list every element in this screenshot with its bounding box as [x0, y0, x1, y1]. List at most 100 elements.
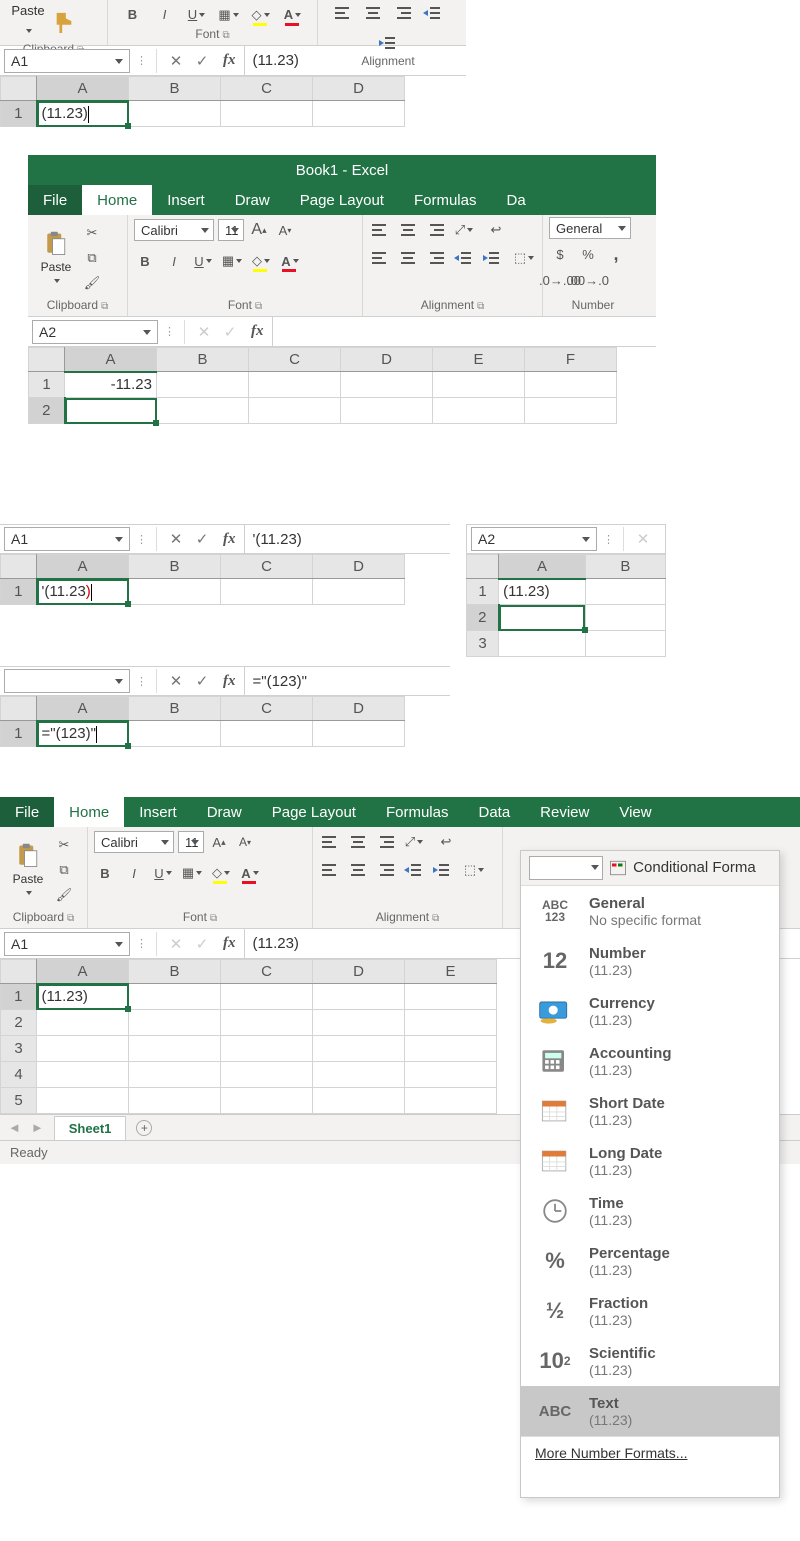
tab-pagelayout[interactable]: Page Layout	[285, 185, 399, 215]
cut-icon[interactable]: ✂	[81, 222, 103, 244]
cancel-icon[interactable]: ✕	[163, 672, 189, 690]
decrease-indent-button[interactable]	[453, 247, 475, 269]
cell-A2[interactable]	[65, 398, 157, 424]
name-box[interactable]: A2	[32, 320, 158, 344]
expand-icon[interactable]: ⋮	[601, 533, 617, 546]
percent-format-button[interactable]: %	[577, 243, 599, 265]
nf-accounting[interactable]: Accounting (11.23)	[521, 1036, 779, 1086]
tab-file[interactable]: File	[28, 185, 82, 215]
italic-button[interactable]: I	[123, 862, 145, 884]
format-painter-icon[interactable]: 🖌	[53, 884, 75, 906]
tab-data[interactable]: Da	[491, 185, 531, 215]
align-bottom-button[interactable]	[425, 219, 447, 241]
cell-A1[interactable]: '(11.23)	[37, 579, 129, 605]
spreadsheet-grid[interactable]: ABCD 1'(11.23)	[0, 554, 405, 605]
bold-button[interactable]: B	[122, 4, 144, 26]
increase-font-button[interactable]: A▴	[208, 831, 230, 853]
paste-button[interactable]: Paste	[6, 2, 50, 42]
cell-A1[interactable]: ="(123)"	[37, 721, 129, 747]
copy-icon[interactable]: ⧉	[53, 859, 75, 881]
increase-indent-button[interactable]	[431, 859, 453, 881]
name-box[interactable]: A1	[4, 49, 130, 73]
dialog-launcher-icon[interactable]: ⧉	[210, 913, 217, 924]
name-box[interactable]	[4, 669, 130, 693]
tab-draw[interactable]: Draw	[192, 797, 257, 827]
formula-input[interactable]: '(11.23)	[244, 525, 451, 553]
expand-icon[interactable]: ⋮	[134, 54, 150, 67]
font-size-combo[interactable]: 11	[218, 219, 244, 241]
spreadsheet-grid[interactable]: A B C D E F 1 -11.23 2	[28, 347, 617, 424]
tab-home[interactable]: Home	[54, 797, 124, 827]
next-sheet-icon[interactable]: ►	[31, 1120, 44, 1135]
nf-currency[interactable]: Currency(11.23)	[521, 986, 779, 1036]
cell-A1[interactable]: (11.23)	[37, 101, 129, 127]
nf-general[interactable]: ABC 123 GeneralNo specific format	[521, 886, 779, 936]
border-button[interactable]: ▦	[218, 4, 240, 26]
align-left-button[interactable]	[369, 247, 391, 269]
nf-number[interactable]: 12 Number(11.23)	[521, 936, 779, 986]
tab-view[interactable]: View	[604, 797, 666, 827]
name-box[interactable]: A1	[4, 527, 130, 551]
enter-icon[interactable]: ✓	[189, 672, 215, 690]
paste-button[interactable]: Paste	[34, 222, 78, 294]
cell-A1[interactable]: -11.23	[65, 372, 157, 398]
dialog-launcher-icon[interactable]: ⧉	[477, 301, 484, 312]
nf-percentage[interactable]: % Percentage(11.23)	[521, 1236, 779, 1286]
comma-format-button[interactable]: ,	[605, 243, 627, 265]
fx-icon[interactable]: fx	[243, 323, 272, 340]
underline-button[interactable]: U	[186, 4, 208, 26]
expand-icon[interactable]: ⋮	[134, 675, 150, 688]
format-painter-icon[interactable]	[53, 11, 75, 33]
fill-color-button[interactable]: ◇	[250, 4, 272, 26]
spreadsheet-grid[interactable]: ABCD 1="(123)"	[0, 696, 405, 747]
spreadsheet-grid[interactable]: AB 1(11.23) 2 3	[466, 554, 666, 657]
dialog-launcher-icon[interactable]: ⧉	[255, 301, 262, 312]
formula-input[interactable]	[272, 317, 657, 346]
tab-data[interactable]: Data	[463, 797, 525, 827]
italic-button[interactable]: I	[163, 250, 185, 272]
bold-button[interactable]: B	[94, 862, 116, 884]
col-A[interactable]: A	[37, 77, 129, 101]
dialog-launcher-icon[interactable]: ⧉	[67, 913, 74, 924]
name-box[interactable]: A2	[471, 527, 597, 551]
decrease-font-button[interactable]: A▾	[274, 219, 296, 241]
spreadsheet-grid[interactable]: A B C D E 1(11.23) 2 3 4 5	[0, 959, 497, 1114]
align-top-button[interactable]	[319, 831, 341, 853]
orientation-button[interactable]: ⤢	[403, 831, 425, 853]
dialog-launcher-icon[interactable]: ⧉	[222, 30, 229, 41]
merge-button[interactable]: ⬚	[509, 247, 539, 269]
decrease-decimal-button[interactable]: .00→.0	[577, 269, 599, 291]
tab-review[interactable]: Review	[525, 797, 604, 827]
nf-fraction[interactable]: ½ Fraction(11.23)	[521, 1286, 779, 1336]
prev-sheet-icon[interactable]: ◄	[8, 1120, 21, 1135]
wrap-text-button[interactable]: ↩	[481, 219, 511, 241]
fx-icon[interactable]: fx	[215, 673, 244, 690]
conditional-formatting-button[interactable]: Conditional Forma	[609, 859, 756, 877]
dialog-launcher-icon[interactable]: ⧉	[101, 301, 108, 312]
accounting-format-button[interactable]: $	[549, 243, 571, 265]
border-button[interactable]: ▦	[221, 250, 243, 272]
fx-icon[interactable]: fx	[215, 52, 244, 69]
expand-icon[interactable]: ⋮	[134, 533, 150, 546]
wrap-text-button[interactable]: ↩	[431, 831, 461, 853]
tab-file[interactable]: File	[0, 797, 54, 827]
font-name-combo[interactable]: Calibri	[134, 219, 214, 241]
align-center-button[interactable]	[362, 2, 384, 24]
paste-dropdown-icon[interactable]	[17, 20, 39, 42]
align-right-button[interactable]	[375, 859, 397, 881]
nf-text[interactable]: ABC Text(11.23)	[521, 1386, 779, 1436]
cancel-icon[interactable]: ✕	[163, 52, 189, 70]
align-right-button[interactable]	[392, 2, 414, 24]
number-format-combo-open[interactable]	[529, 856, 603, 880]
decrease-font-button[interactable]: A▾	[234, 831, 256, 853]
chevron-down-icon[interactable]	[17, 888, 39, 898]
align-center-button[interactable]	[397, 247, 419, 269]
align-right-button[interactable]	[425, 247, 447, 269]
font-color-button[interactable]: A	[239, 862, 261, 884]
decrease-indent-button[interactable]	[422, 2, 444, 24]
tab-insert[interactable]: Insert	[124, 797, 192, 827]
bold-button[interactable]: B	[134, 250, 156, 272]
spreadsheet-grid[interactable]: ABCD 1(11.23)	[0, 76, 405, 127]
font-name-combo[interactable]: Calibri	[94, 831, 174, 853]
sheet-tab-sheet1[interactable]: Sheet1	[54, 1116, 127, 1140]
